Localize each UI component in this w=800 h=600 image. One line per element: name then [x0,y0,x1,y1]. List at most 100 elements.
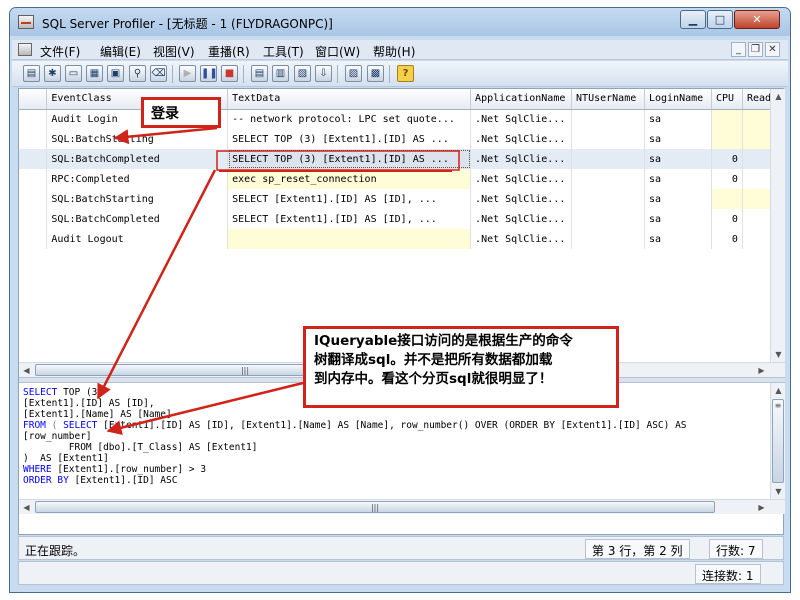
menu-replay[interactable]: 重播(R) [208,43,250,60]
cell-loginname[interactable]: sa [644,169,712,189]
maximize-button[interactable]: □ [707,10,733,29]
scroll-down-icon[interactable]: ▼ [771,347,786,362]
scroll-up-icon[interactable]: ▲ [771,89,786,104]
cell-cpu[interactable] [711,129,743,149]
cell-cpu[interactable]: 0 [711,149,743,169]
sql-vertical-scrollbar[interactable]: ▲ ≡ ▼ [770,383,785,499]
mdi-minimize-icon[interactable]: _ [731,42,746,57]
cell-loginname[interactable]: sa [644,149,712,169]
row-selector[interactable] [19,109,48,129]
help-icon[interactable]: ? [397,65,414,82]
filter-icon[interactable]: ▧ [294,65,311,82]
menu-view[interactable]: 视图(V) [153,43,195,60]
cell-applicationname[interactable]: .Net SqlClie... [470,169,573,189]
scroll-right-icon[interactable]: ▶ [754,500,769,515]
open-icon[interactable]: ▭ [65,65,82,82]
cell-eventclass[interactable]: RPC:Completed [46,169,229,189]
column-header-cpu[interactable]: CPU [711,89,743,110]
cell-loginname[interactable]: sa [644,109,712,129]
scroll-thumb[interactable]: ≡ [772,399,784,483]
document-icon[interactable] [18,43,32,56]
new-trace-icon[interactable]: ▤ [23,65,40,82]
clear-icon[interactable]: ⌫ [150,65,167,82]
cell-eventclass[interactable]: SQL:BatchStarting [46,189,229,209]
template-icon[interactable]: ▤ [251,65,268,82]
close-button[interactable]: ✕ [734,10,780,29]
minimize-button[interactable]: ▁ [680,10,706,29]
cell-ntusername[interactable] [571,189,645,209]
cell-eventclass[interactable]: Audit Logout [46,229,229,249]
run-icon[interactable]: ▶ [179,65,196,82]
table-row[interactable]: SQL:BatchStarting SELECT TOP (3) [Extent… [19,129,786,149]
menu-file[interactable]: 文件(F) [40,43,80,60]
cell-cpu[interactable]: 0 [711,229,743,249]
menu-help[interactable]: 帮助(H) [373,43,415,60]
cell-applicationname[interactable]: .Net SqlClie... [470,129,573,149]
cell-textdata[interactable]: -- network protocol: LPC set quote... [227,109,472,129]
cell-ntusername[interactable] [571,209,645,229]
row-selector[interactable] [19,129,48,149]
scroll-up-icon[interactable]: ▲ [771,383,786,398]
cell-ntusername[interactable] [571,169,645,189]
menu-tools[interactable]: 工具(T) [263,43,304,60]
column-header-loginname[interactable]: LoginName [644,89,712,110]
table-row[interactable]: Audit Login -- network protocol: LPC set… [19,109,786,129]
table-row-selected[interactable]: SQL:BatchCompleted SELECT TOP (3) [Exten… [19,149,786,169]
grid-vertical-scrollbar[interactable]: ▲ ▼ [770,89,785,362]
cell-textdata[interactable]: SELECT [Extent1].[ID] AS [ID], ... [227,189,472,209]
cell-textdata[interactable] [227,229,472,249]
row-selector[interactable] [19,209,48,229]
cell-textdata[interactable]: SELECT [Extent1].[ID] AS [ID], ... [227,209,472,229]
row-selector[interactable] [19,169,48,189]
new-file-icon[interactable]: ✱ [44,65,61,82]
scroll-thumb[interactable]: ||| [35,501,715,513]
cell-eventclass[interactable]: SQL:BatchCompleted [46,209,229,229]
cell-loginname[interactable]: sa [644,189,712,209]
scroll-down-icon[interactable]: ▼ [771,484,786,499]
cell-cpu[interactable] [711,189,743,209]
sql-horizontal-scrollbar[interactable]: ◀ ||| ▶ [19,499,785,514]
cell-loginname[interactable]: sa [644,209,712,229]
row-selector[interactable] [19,189,48,209]
cell-cpu[interactable]: 0 [711,169,743,189]
table-row[interactable]: SQL:BatchCompleted SELECT [Extent1].[ID]… [19,209,786,229]
cell-ntusername[interactable] [571,149,645,169]
activity-monitor-icon[interactable]: ▨ [345,65,362,82]
cell-applicationname[interactable]: .Net SqlClie... [470,149,573,169]
mdi-restore-icon[interactable]: ❐ [748,42,763,57]
cell-cpu[interactable] [711,109,743,129]
save-icon[interactable]: ▦ [86,65,103,82]
table-row[interactable]: SQL:BatchStarting SELECT [Extent1].[ID] … [19,189,786,209]
cell-textdata[interactable]: SELECT TOP (3) [Extent1].[ID] AS ... [227,129,472,149]
cell-loginname[interactable]: sa [644,229,712,249]
column-header-applicationname[interactable]: ApplicationName [470,89,573,110]
cell-applicationname[interactable]: .Net SqlClie... [470,109,573,129]
table-row[interactable]: Audit Logout .Net SqlClie... sa 0 0 [19,229,786,249]
performance-icon[interactable]: ▩ [367,65,384,82]
cell-textdata-selected[interactable]: SELECT TOP (3) [Extent1].[ID] AS ... [227,149,472,169]
scroll-left-icon[interactable]: ◀ [19,363,34,378]
stop-icon[interactable]: ■ [221,65,238,82]
cell-ntusername[interactable] [571,109,645,129]
cell-ntusername[interactable] [571,229,645,249]
row-selector[interactable] [19,229,48,249]
row-selector[interactable] [19,149,48,169]
cell-applicationname[interactable]: .Net SqlClie... [470,229,573,249]
cell-ntusername[interactable] [571,129,645,149]
column-header-textdata[interactable]: TextData [227,89,472,110]
column-header-ntusername[interactable]: NTUserName [571,89,645,110]
cell-textdata[interactable]: exec sp_reset_connection [227,169,472,189]
columns-icon[interactable]: ▥ [272,65,289,82]
title-bar[interactable]: SQL Server Profiler - [无标题 - 1 (FLYDRAGO… [10,8,790,36]
properties-icon[interactable]: ▣ [107,65,124,82]
cell-applicationname[interactable]: .Net SqlClie... [470,209,573,229]
cell-cpu[interactable]: 0 [711,209,743,229]
scroll-left-icon[interactable]: ◀ [19,500,34,515]
table-row[interactable]: RPC:Completed exec sp_reset_connection .… [19,169,786,189]
cell-eventclass[interactable]: SQL:BatchStarting [46,129,229,149]
scroll-icon[interactable]: ⇩ [315,65,332,82]
find-icon[interactable]: ⚲ [129,65,146,82]
cell-eventclass[interactable]: SQL:BatchCompleted [46,149,229,169]
cell-loginname[interactable]: sa [644,129,712,149]
menu-edit[interactable]: 编辑(E) [100,43,141,60]
